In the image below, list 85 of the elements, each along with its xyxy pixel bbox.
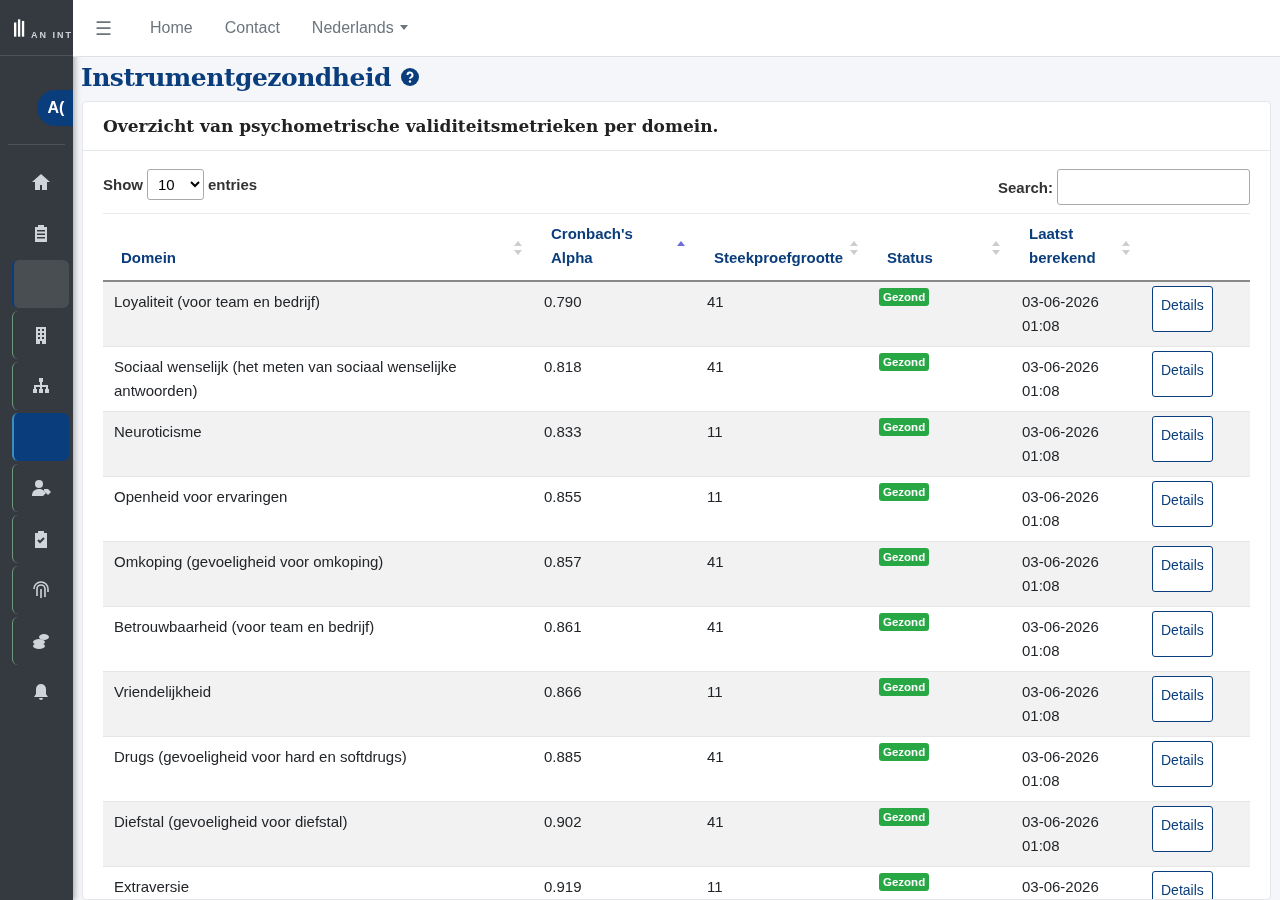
table-cell: 03-06-2026 01:08 bbox=[1022, 683, 1099, 724]
table-cell: 0.833 bbox=[544, 423, 582, 440]
entries-select[interactable]: 10 bbox=[147, 168, 204, 200]
details-button[interactable]: Details bbox=[1152, 806, 1213, 852]
status-badge: Gezond bbox=[879, 288, 930, 306]
table-cell: 0.861 bbox=[544, 618, 582, 635]
table-cell: 03-06-2026 01:08 bbox=[1022, 618, 1099, 659]
user-avatar[interactable]: A( bbox=[37, 90, 73, 126]
search-field[interactable] bbox=[1057, 169, 1250, 205]
status-badge: Gezond bbox=[879, 873, 930, 891]
table-cell: Betrouwbaarheid (voor team en bedrijf) bbox=[114, 618, 375, 635]
table-cell: 0.902 bbox=[544, 813, 582, 830]
table-cell: 0.857 bbox=[544, 553, 582, 570]
table-cell: Drugs (gevoeligheid voor hard en softdrugs) bbox=[114, 748, 407, 765]
table-cell: Neuroticisme bbox=[114, 423, 202, 440]
help-icon[interactable] bbox=[400, 68, 419, 86]
column-header[interactable]: Domein bbox=[121, 246, 515, 270]
table-cell: 0.818 bbox=[544, 358, 582, 375]
table-cell: 0.885 bbox=[544, 748, 582, 765]
details-button[interactable]: Details bbox=[1152, 351, 1213, 397]
sitemap-icon bbox=[31, 376, 51, 396]
column-header[interactable]: Steekproefgrootte bbox=[714, 246, 851, 270]
page-title: Instrumentgezondheid bbox=[81, 62, 391, 92]
details-button[interactable]: Details bbox=[1152, 481, 1213, 527]
table-cell: 03-06-2026 bbox=[1022, 878, 1099, 895]
table-cell: 41 bbox=[707, 358, 724, 375]
user-tag-icon bbox=[31, 478, 51, 498]
status-badge: Gezond bbox=[879, 483, 930, 501]
logo-icon bbox=[14, 16, 25, 39]
nav-link[interactable]: Home bbox=[134, 11, 209, 45]
table-cell: Loyaliteit (voor team en bedrijf) bbox=[114, 293, 320, 310]
show-label: Show bbox=[103, 175, 143, 193]
status-badge: Gezond bbox=[879, 548, 930, 566]
table-cell: 0.790 bbox=[544, 293, 582, 310]
table-cell: 03-06-2026 01:08 bbox=[1022, 423, 1099, 464]
details-button[interactable]: Details bbox=[1152, 741, 1213, 787]
table-cell: Openheid voor ervaringen bbox=[114, 488, 288, 505]
details-button[interactable]: Details bbox=[1152, 416, 1213, 462]
home-icon bbox=[30, 172, 51, 192]
entries-label: entries bbox=[208, 175, 258, 193]
table-cell: 41 bbox=[707, 618, 724, 635]
table-cell: Sociaal wenselijk (het meten van sociaal wenselijke antwoorden) bbox=[114, 358, 457, 399]
status-badge: Gezond bbox=[879, 808, 930, 826]
table-cell: 0.855 bbox=[544, 488, 582, 505]
table-cell: 11 bbox=[707, 423, 723, 440]
status-badge: Gezond bbox=[879, 418, 930, 436]
status-badge: Gezond bbox=[879, 613, 930, 631]
status-badge: Gezond bbox=[879, 743, 930, 761]
table-cell: 03-06-2026 01:08 bbox=[1022, 553, 1099, 594]
table-cell: 41 bbox=[707, 553, 724, 570]
search-label: Search: bbox=[997, 178, 1053, 196]
table-cell: 11 bbox=[707, 488, 723, 505]
table-cell: 41 bbox=[707, 813, 724, 830]
details-button[interactable]: Details bbox=[1152, 676, 1213, 722]
status-badge: Gezond bbox=[879, 353, 930, 371]
table-cell: 11 bbox=[707, 878, 723, 895]
column-header[interactable]: Status bbox=[887, 246, 993, 270]
table-cell: 11 bbox=[707, 683, 723, 700]
card-title: Overzicht van psychometrische validiteitsmetrieken per domein. bbox=[83, 102, 1270, 151]
table-cell: 0.919 bbox=[544, 878, 582, 895]
table-cell: 41 bbox=[707, 293, 724, 310]
column-header[interactable]: Cronbach's Alpha bbox=[551, 222, 678, 270]
table-cell: Omkoping (gevoeligheid voor omkoping) bbox=[114, 553, 384, 570]
details-button[interactable]: Details bbox=[1152, 286, 1213, 332]
table-cell: 41 bbox=[707, 748, 724, 765]
language-dropdown[interactable]: Nederlands bbox=[295, 11, 424, 45]
logo-text: AN INT bbox=[31, 29, 73, 40]
table-cell: 03-06-2026 01:08 bbox=[1022, 813, 1099, 854]
nav-link[interactable]: Contact bbox=[208, 11, 296, 45]
table-cell: Vriendelijkheid bbox=[114, 683, 211, 700]
status-badge: Gezond bbox=[879, 678, 930, 696]
details-button[interactable]: Details bbox=[1152, 546, 1213, 592]
table-cell: 03-06-2026 01:08 bbox=[1022, 293, 1099, 334]
fingerprint-icon bbox=[31, 580, 51, 600]
table-cell: Extraversie bbox=[114, 878, 190, 895]
menu-icon[interactable]: ☰ bbox=[95, 16, 112, 40]
table-cell: 03-06-2026 01:08 bbox=[1022, 488, 1099, 529]
table-cell: 0.866 bbox=[544, 683, 582, 700]
details-button[interactable]: Details bbox=[1152, 871, 1213, 899]
table-cell: 03-06-2026 01:08 bbox=[1022, 358, 1099, 399]
coins-icon bbox=[31, 631, 51, 651]
table-cell: Diefstal (gevoeligheid voor diefstal) bbox=[114, 813, 348, 830]
details-button[interactable]: Details bbox=[1152, 611, 1213, 657]
column-header[interactable]: Laatst berekend bbox=[1029, 222, 1123, 270]
table-cell: 03-06-2026 01:08 bbox=[1022, 748, 1099, 789]
